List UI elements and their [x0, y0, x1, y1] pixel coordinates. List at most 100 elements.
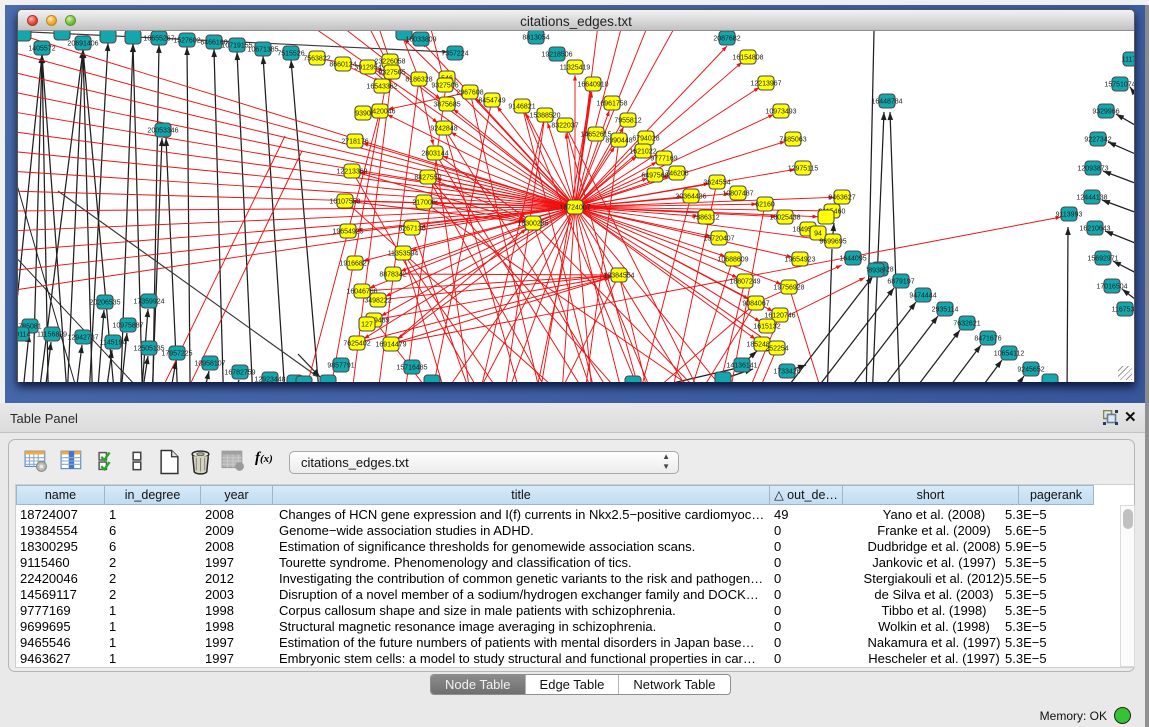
svg-text:10107553: 10107553: [329, 199, 360, 206]
svg-text:15388520: 15388520: [529, 113, 560, 120]
svg-text:127: 127: [361, 322, 373, 329]
svg-text:9474444: 9474444: [909, 293, 936, 300]
svg-text:8267130: 8267130: [398, 226, 425, 233]
svg-text:9329966: 9329966: [1092, 109, 1119, 116]
svg-text:3624554: 3624554: [703, 180, 730, 187]
svg-text:2087682: 2087682: [713, 36, 740, 43]
svg-text:15716485: 15716485: [396, 365, 427, 372]
svg-text:17359924: 17359924: [133, 299, 164, 306]
svg-text:20691406: 20691406: [67, 41, 98, 48]
svg-text:2803144: 2803144: [421, 151, 448, 158]
svg-text:1145194: 1145194: [100, 340, 127, 347]
svg-text:1644095: 1644095: [839, 256, 866, 263]
svg-text:2718176: 2718176: [341, 139, 368, 146]
svg-text:9327506: 9327506: [431, 83, 458, 90]
svg-text:3875685: 3875685: [433, 102, 460, 109]
svg-text:1405572: 1405572: [28, 46, 55, 53]
svg-text:19654923: 19654923: [784, 257, 815, 264]
svg-text:15692971: 15692971: [1087, 256, 1118, 263]
svg-text:7485063: 7485063: [779, 137, 806, 144]
svg-text:8186328: 8186328: [405, 77, 432, 84]
svg-text:62160: 62160: [755, 202, 775, 209]
svg-text:9777169: 9777169: [650, 156, 677, 163]
svg-text:18724007: 18724007: [559, 205, 590, 212]
svg-text:12093873: 12093873: [1077, 166, 1108, 173]
svg-text:12505135: 12505135: [133, 346, 164, 353]
svg-text:17016504: 17016504: [1096, 284, 1127, 291]
svg-text:2967608: 2967608: [456, 90, 483, 97]
svg-text:8990448: 8990448: [605, 138, 632, 145]
svg-text:14136141: 14136141: [726, 363, 757, 370]
svg-text:20206535: 20206535: [89, 300, 120, 307]
svg-text:7632621: 7632621: [953, 321, 980, 328]
svg-text:16210643: 16210643: [1079, 226, 1110, 233]
svg-text:9327505: 9327505: [378, 70, 405, 77]
svg-text:1527602: 1527602: [173, 38, 200, 45]
svg-text:10671385: 10671385: [247, 47, 278, 54]
svg-text:16448784: 16448784: [871, 99, 902, 106]
svg-text:1167533: 1167533: [1112, 307, 1134, 314]
svg-text:10025438: 10025438: [769, 215, 800, 222]
svg-text:252254: 252254: [765, 346, 788, 353]
svg-text:10655267: 10655267: [143, 36, 174, 43]
svg-text:8322037: 8322037: [551, 123, 578, 130]
svg-text:9390: 9390: [355, 111, 371, 118]
svg-text:8878342: 8878342: [379, 272, 406, 279]
svg-text:10973493: 10973493: [765, 109, 796, 116]
svg-text:94: 94: [814, 231, 822, 238]
svg-text:7357224: 7357224: [441, 51, 468, 58]
svg-text:8427552: 8427552: [414, 175, 441, 182]
svg-text:23226058: 23226058: [374, 59, 405, 66]
svg-text:18807249: 18807249: [729, 279, 760, 286]
svg-text:6879197: 6879197: [887, 279, 914, 286]
svg-text:12444138: 12444138: [1076, 195, 1107, 202]
svg-text:16154808: 16154808: [732, 55, 763, 62]
svg-text:217006: 217006: [412, 200, 435, 207]
svg-text:16961758: 16961758: [596, 101, 627, 108]
svg-text:2935114: 2935114: [932, 307, 959, 314]
svg-text:9699695: 9699695: [819, 239, 846, 246]
svg-text:9146821: 9146821: [508, 104, 535, 111]
svg-text:12213967: 12213967: [750, 81, 781, 88]
svg-text:8813054: 8813054: [522, 35, 549, 42]
svg-text:16033809: 16033809: [405, 37, 436, 44]
svg-text:10654112: 10654112: [994, 351, 1025, 358]
svg-text:8660124: 8660124: [329, 62, 356, 69]
svg-text:9227342: 9227342: [1084, 137, 1111, 144]
svg-text:19218506: 19218506: [541, 52, 572, 59]
svg-text:10807487: 10807487: [722, 191, 753, 198]
svg-text:12923448: 12923448: [254, 377, 285, 383]
svg-text:12975115: 12975115: [788, 166, 819, 173]
svg-text:16782759: 16782759: [224, 370, 255, 377]
svg-text:11172: 11172: [1122, 57, 1134, 64]
svg-text:10688609: 10688609: [717, 257, 748, 264]
svg-text:16914479: 16914479: [375, 342, 406, 349]
svg-text:39114: 39114: [18, 332, 31, 339]
svg-text:3498222: 3498222: [364, 298, 391, 305]
svg-text:10958107: 10958107: [194, 361, 225, 368]
svg-text:12942737: 12942737: [67, 335, 98, 342]
svg-text:7955812: 7955812: [614, 118, 641, 125]
svg-text:8471676: 8471676: [974, 336, 1001, 343]
svg-text:746206: 746206: [665, 171, 688, 178]
svg-text:6497568: 6497568: [641, 173, 668, 180]
svg-text:20053346: 20053346: [147, 128, 178, 135]
svg-text:11353594: 11353594: [388, 251, 419, 258]
svg-text:19166827: 19166827: [339, 261, 370, 268]
svg-text:15751074: 15751074: [1104, 82, 1134, 89]
svg-text:6794028: 6794028: [632, 136, 659, 143]
svg-text:19654925: 19654925: [332, 229, 363, 236]
svg-text:20364436: 20364436: [675, 194, 706, 201]
svg-text:9245652: 9245652: [1017, 367, 1044, 374]
svg-text:9242848: 9242848: [430, 126, 457, 133]
svg-text:16543362: 16543362: [366, 84, 397, 91]
svg-text:16640910: 16640910: [577, 82, 608, 89]
svg-text:11325419: 11325419: [560, 65, 591, 72]
svg-text:9857791: 9857791: [327, 363, 354, 370]
svg-text:9113993: 9113993: [1056, 212, 1083, 219]
svg-text:7625402: 7625402: [343, 341, 370, 348]
svg-text:1733426: 1733426: [773, 369, 800, 376]
svg-text:8938: 8938: [868, 268, 884, 275]
svg-text:7386312: 7386312: [692, 215, 719, 222]
svg-text:12213369: 12213369: [336, 169, 367, 176]
